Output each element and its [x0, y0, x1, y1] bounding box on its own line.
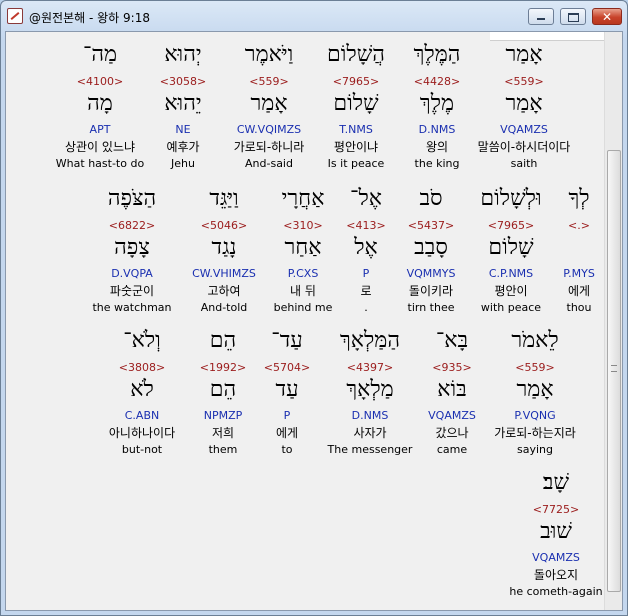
- hebrew-word: הַצֹּפֶה: [107, 186, 157, 211]
- korean-gloss: 파숫군이: [109, 284, 155, 298]
- close-button[interactable]: ✕: [592, 8, 622, 25]
- hebrew-lemma: צָפָה: [114, 235, 150, 260]
- hebrew-word: שָׁב׃: [542, 470, 570, 495]
- hebrew-lemma: מָה: [87, 91, 113, 116]
- interlinear-panel: אָמַר <559> אָמַר VQAMZS 말씀이-하시더이다 saith הַמֶּ…: [5, 31, 623, 611]
- strong-number[interactable]: <4100>: [45, 72, 155, 91]
- word-cell[interactable]: שָׁב׃ <7725> שׁוּב VQAMZS 돌아오지 he cometh-agai…: [501, 472, 611, 599]
- minimize-button[interactable]: [528, 8, 554, 25]
- korean-gloss: 아니하나이다: [108, 426, 176, 440]
- top-strip: [490, 32, 612, 41]
- english-gloss: What hast-to do: [55, 157, 145, 170]
- hebrew-lemma: שׁוּב: [540, 519, 572, 544]
- morphology-code: APT: [89, 123, 111, 136]
- morphology-code: C.ABN: [124, 409, 160, 422]
- korean-gloss: 돌아오지: [533, 568, 579, 582]
- close-icon: ✕: [601, 10, 613, 24]
- scrollbar-thumb[interactable]: [607, 150, 621, 592]
- strong-number[interactable]: <7725>: [501, 500, 611, 519]
- title-bar[interactable]: @원전본해 - 왕하 9:18 ✕: [1, 1, 627, 31]
- english-gloss: but-not: [121, 443, 163, 456]
- word-cell[interactable]: מַה־ <4100> מָה APT 상관이 있느냐 What hast-to do: [45, 44, 155, 171]
- word-cell[interactable]: הַצֹּפֶה <6822> צָפָה D.VQPA 파숫군이 the watchma…: [77, 188, 187, 315]
- morphology-code: D.VQPA: [111, 267, 153, 280]
- app-icon[interactable]: [7, 8, 23, 24]
- morphology-code: VQAMZS: [532, 551, 580, 564]
- korean-gloss: 상관이 있느냐: [64, 140, 136, 154]
- english-gloss: the watchman: [92, 301, 172, 314]
- hebrew-word: מַה־: [82, 42, 118, 67]
- strong-number[interactable]: <6822>: [77, 216, 187, 235]
- word-cell[interactable]: וְלֹא־ <3808> לֹא C.ABN 아니하나이다 but-not: [87, 330, 197, 457]
- vertical-scrollbar[interactable]: [604, 32, 622, 610]
- app-window: @원전본해 - 왕하 9:18 ✕ אָמַר <559> אָמַר VQAMZS 말…: [0, 0, 628, 616]
- hebrew-word: וְלֹא־: [123, 328, 161, 353]
- english-gloss: he cometh-again: [509, 585, 603, 598]
- window-title: @원전본해 - 왕하 9:18: [29, 11, 150, 25]
- hebrew-lemma: לֹא: [130, 377, 154, 402]
- maximize-button[interactable]: [560, 8, 586, 25]
- strong-number[interactable]: <3808>: [87, 358, 197, 377]
